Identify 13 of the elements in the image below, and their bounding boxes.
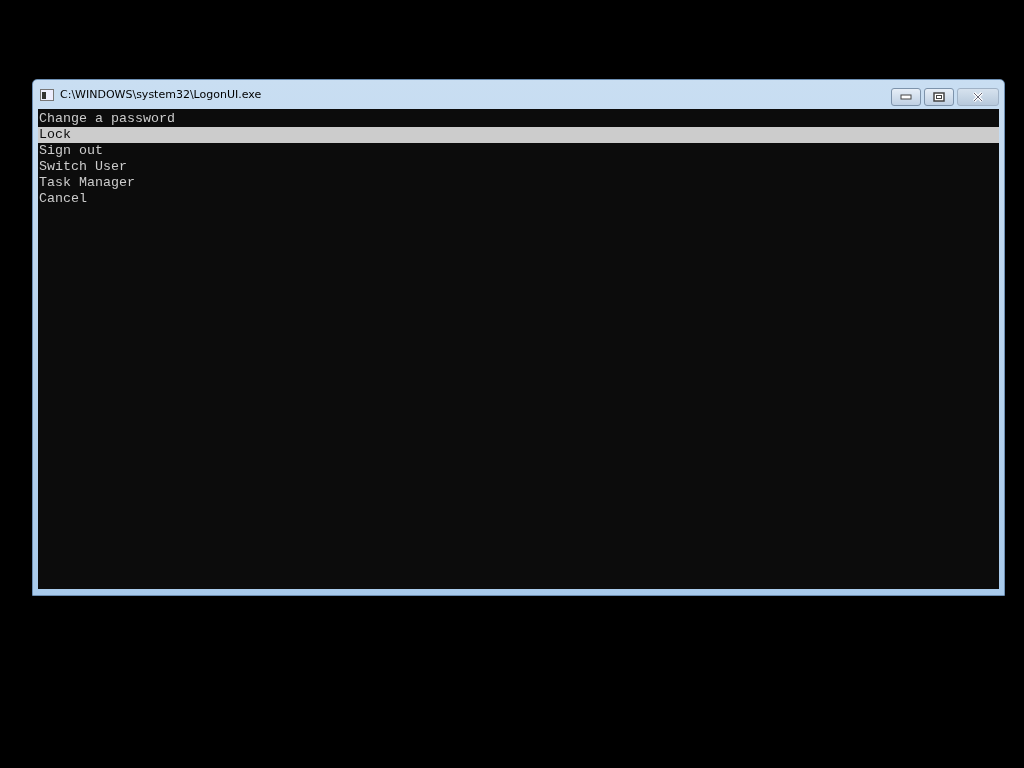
- menu-item[interactable]: Lock: [38, 127, 999, 143]
- menu-item[interactable]: Change a password: [38, 111, 999, 127]
- menu-item[interactable]: Switch User: [38, 159, 999, 175]
- window-title: C:\WINDOWS\system32\LogonUI.exe: [60, 88, 263, 101]
- close-icon: [972, 92, 984, 102]
- minimize-icon: [900, 94, 912, 100]
- menu-item[interactable]: Sign out: [38, 143, 999, 159]
- menu-item[interactable]: Task Manager: [38, 175, 999, 191]
- close-button[interactable]: [957, 88, 999, 106]
- maximize-button[interactable]: [924, 88, 954, 106]
- menu-item[interactable]: Cancel: [38, 191, 999, 207]
- console-icon: [40, 88, 54, 101]
- maximize-icon: [933, 92, 945, 102]
